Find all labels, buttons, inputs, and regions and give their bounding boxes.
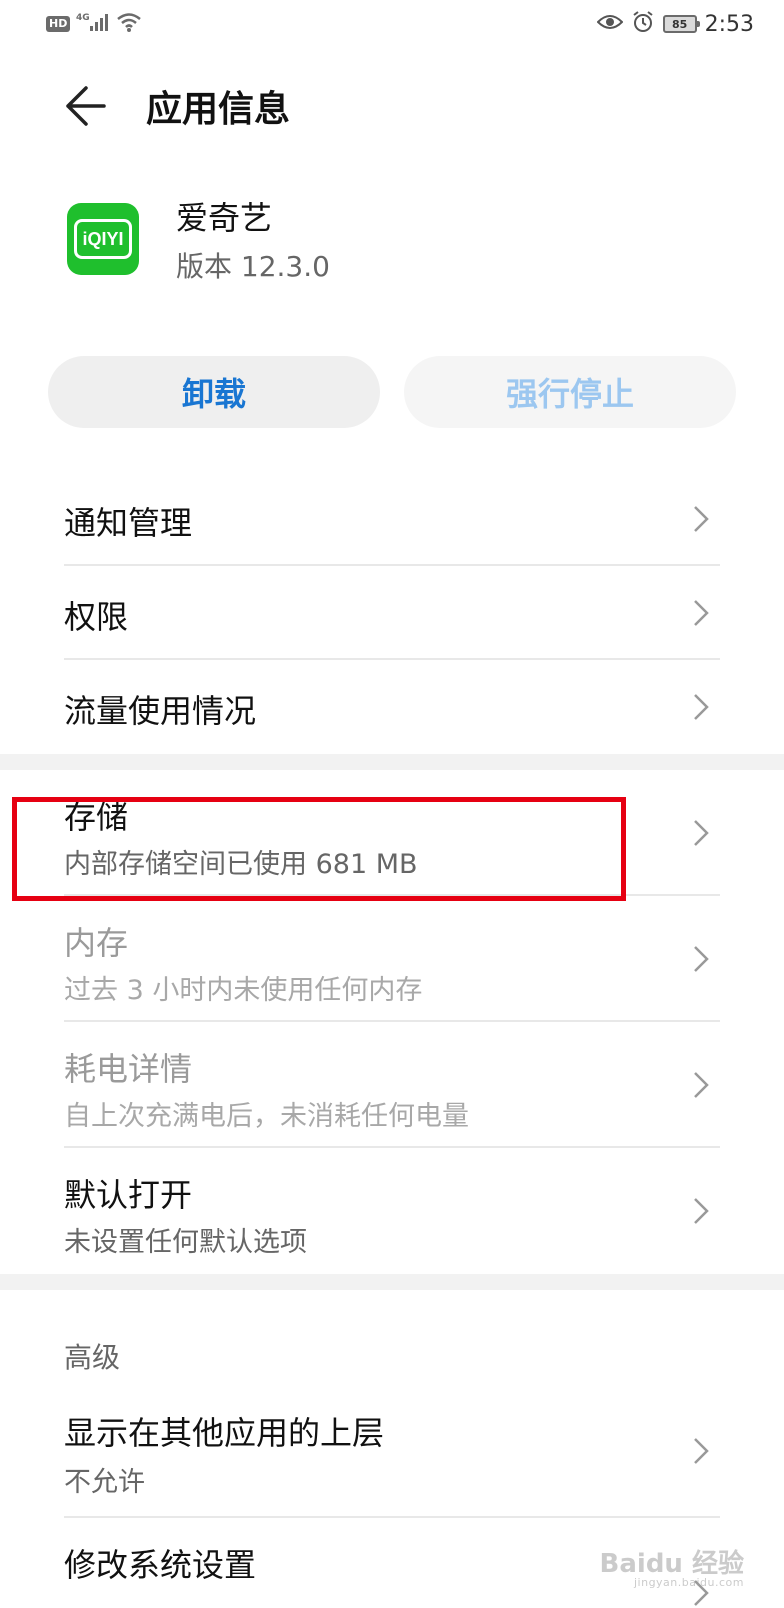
row-title: 修改系统设置 bbox=[64, 1540, 256, 1586]
eye-icon bbox=[597, 13, 623, 35]
chevron-right-icon bbox=[690, 504, 712, 534]
settings-group-usage: 存储 内部存储空间已使用 681 MB 内存 过去 3 小时内未使用任何内存 耗… bbox=[0, 770, 784, 1274]
row-title: 权限 bbox=[64, 592, 128, 638]
row-title: 内存 bbox=[64, 918, 128, 964]
page-title: 应用信息 bbox=[146, 80, 290, 132]
status-right: 85 2:53 bbox=[597, 10, 754, 38]
svg-text:4G: 4G bbox=[76, 13, 90, 23]
watermark-brand: Baidu 经验 bbox=[600, 1551, 744, 1577]
chevron-right-icon bbox=[690, 1196, 712, 1226]
watermark: Baidu 经验 jingyan.baidu.com bbox=[600, 1551, 744, 1588]
list-item-permissions[interactable]: 权限 bbox=[64, 566, 720, 660]
list-item-open-by-default[interactable]: 默认打开 未设置任何默认选项 bbox=[64, 1148, 720, 1274]
alarm-icon bbox=[631, 10, 655, 38]
app-icon-logo: iQIYI bbox=[74, 219, 132, 259]
uninstall-button[interactable]: 卸载 bbox=[48, 356, 380, 428]
row-subtitle: 自上次充满电后，未消耗任何电量 bbox=[64, 1094, 469, 1133]
chevron-right-icon bbox=[690, 944, 712, 974]
row-subtitle: 内部存储空间已使用 681 MB bbox=[64, 842, 418, 881]
app-icon: iQIYI bbox=[67, 203, 139, 275]
list-item-memory[interactable]: 内存 过去 3 小时内未使用任何内存 bbox=[64, 896, 720, 1022]
status-bar: HD 4G bbox=[0, 0, 784, 48]
row-subtitle: 过去 3 小时内未使用任何内存 bbox=[64, 968, 422, 1007]
chevron-right-icon bbox=[690, 598, 712, 628]
list-item-notification-management[interactable]: 通知管理 bbox=[64, 472, 720, 566]
section-divider bbox=[0, 1274, 784, 1290]
list-item-storage[interactable]: 存储 内部存储空间已使用 681 MB bbox=[64, 770, 720, 896]
settings-group-basic: 通知管理 权限 流量使用情况 bbox=[0, 472, 784, 754]
app-version: 版本 12.3.0 bbox=[176, 245, 330, 285]
list-item-data-usage[interactable]: 流量使用情况 bbox=[64, 660, 720, 754]
row-title: 通知管理 bbox=[64, 498, 192, 544]
app-name: 爱奇艺 bbox=[176, 193, 272, 239]
list-item-battery-details[interactable]: 耗电详情 自上次充满电后，未消耗任何电量 bbox=[64, 1022, 720, 1148]
row-title: 耗电详情 bbox=[64, 1044, 192, 1090]
row-title: 存储 bbox=[64, 792, 128, 838]
title-bar: 应用信息 bbox=[0, 60, 784, 150]
back-arrow-icon bbox=[58, 78, 114, 134]
hd-badge: HD bbox=[46, 16, 70, 32]
chevron-right-icon bbox=[690, 1070, 712, 1100]
chevron-right-icon bbox=[690, 818, 712, 848]
wifi-icon bbox=[116, 11, 142, 37]
clock: 2:53 bbox=[705, 12, 754, 37]
signal-icon: 4G bbox=[76, 11, 110, 37]
list-item-display-over-other-apps[interactable]: 显示在其他应用的上层 不允许 bbox=[64, 1392, 720, 1518]
row-subtitle: 未设置任何默认选项 bbox=[64, 1220, 307, 1259]
row-title: 显示在其他应用的上层 bbox=[64, 1408, 384, 1454]
chevron-right-icon bbox=[690, 1436, 712, 1466]
action-row: 卸载 强行停止 bbox=[48, 356, 736, 428]
section-header-advanced: 高级 bbox=[64, 1336, 120, 1376]
battery-indicator: 85 bbox=[663, 15, 697, 33]
chevron-right-icon bbox=[690, 692, 712, 722]
row-title: 流量使用情况 bbox=[64, 686, 256, 732]
app-header: iQIYI 爱奇艺 版本 12.3.0 bbox=[0, 185, 784, 295]
row-title: 默认打开 bbox=[64, 1170, 192, 1216]
status-left: HD 4G bbox=[46, 12, 142, 36]
section-divider bbox=[0, 754, 784, 770]
row-subtitle: 不允许 bbox=[64, 1460, 145, 1499]
force-stop-button[interactable]: 强行停止 bbox=[404, 356, 736, 428]
back-button[interactable] bbox=[58, 78, 114, 134]
